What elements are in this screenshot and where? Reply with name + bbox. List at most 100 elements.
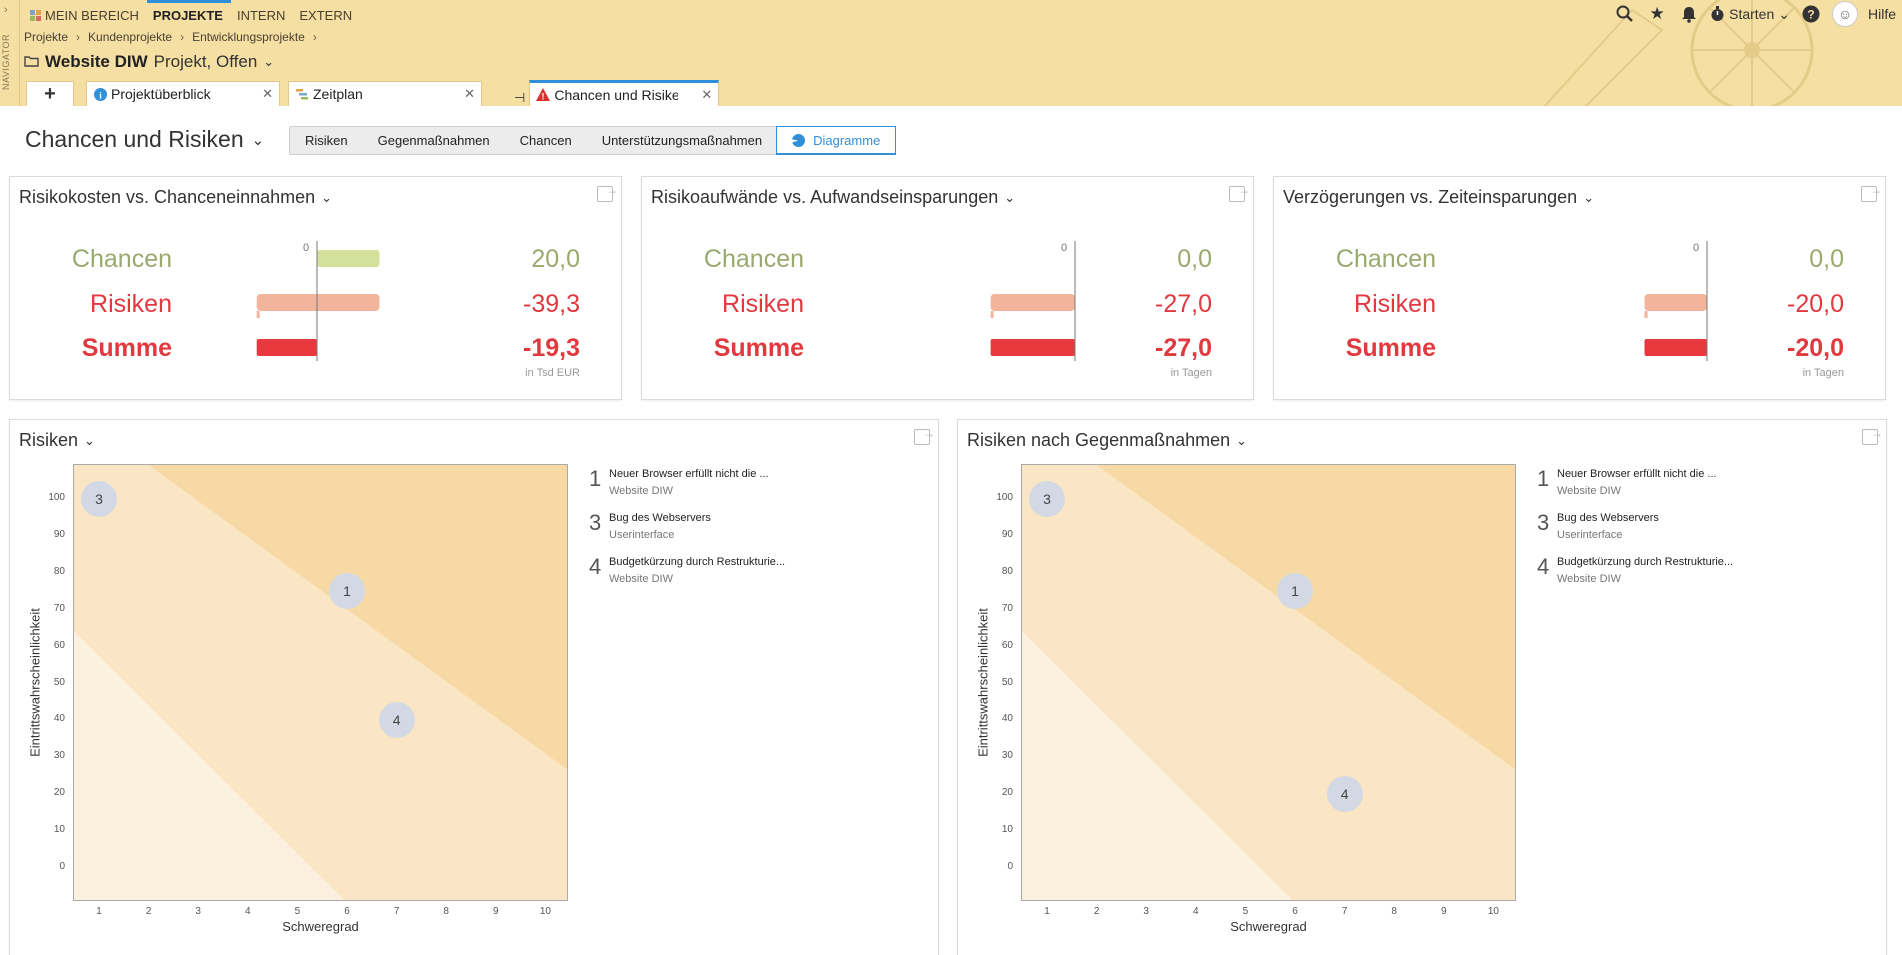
- segment-label: Diagramme: [813, 132, 881, 148]
- close-icon[interactable]: ✕: [693, 87, 712, 103]
- unit-label: in Tsd EUR: [525, 367, 580, 379]
- x-tick-label: 9: [1441, 906, 1447, 917]
- panel-title[interactable]: Risikokosten vs. Chanceneinnahmen ⌄: [19, 187, 332, 208]
- nav-item-intern[interactable]: INTERN: [231, 0, 293, 30]
- tab-projektueberblick[interactable]: i Projektüberblick ✕: [86, 81, 280, 106]
- chevron-down-icon: ⌄: [1778, 5, 1790, 22]
- y-tick-label: 10: [53, 824, 65, 836]
- risk-list-item[interactable]: 3 Bug des Webservers Userinterface: [1537, 510, 1857, 554]
- panel-title[interactable]: Risiken ⌄: [19, 430, 95, 451]
- risk-project: Website DIW: [609, 485, 673, 497]
- value-chancen: 20,0: [531, 245, 580, 273]
- export-icon[interactable]: [1861, 183, 1882, 202]
- breadcrumb-item[interactable]: Entwicklungsprojekte: [192, 30, 305, 44]
- label-risiken: Risiken: [1354, 290, 1436, 318]
- tab-zeitplan[interactable]: Zeitplan ✕: [288, 81, 482, 106]
- panel-title[interactable]: Verzögerungen vs. Zeiteinsparungen ⌄: [1283, 187, 1594, 208]
- comparison-panel: Verzögerungen vs. Zeiteinsparungen ⌄ Chanc…: [1273, 176, 1886, 400]
- risk-bubble[interactable]: 1: [329, 573, 365, 610]
- panel-title[interactable]: Risikoaufwände vs. Aufwandseinsparungen ⌄: [651, 187, 1015, 208]
- tab-label: Chancen und Risiken: [554, 86, 679, 103]
- risk-list-item[interactable]: 4 Budgetkürzung durch Restrukturie... Webs…: [1537, 554, 1857, 598]
- risk-number: 1: [589, 466, 602, 491]
- export-icon[interactable]: [1862, 426, 1883, 445]
- risiken-connector: [256, 311, 260, 318]
- user-avatar[interactable]: ☺: [1831, 1, 1858, 27]
- panel-title[interactable]: Risiken nach Gegenmaßnahmen ⌄: [967, 430, 1247, 451]
- risk-project: Website DIW: [1557, 485, 1621, 497]
- risk-title: Neuer Browser erfüllt nicht die ...: [609, 468, 769, 480]
- nav-item-projekte[interactable]: PROJEKTE: [146, 0, 232, 30]
- nav-item-extern[interactable]: EXTERN: [293, 0, 360, 30]
- risk-list-item[interactable]: 1 Neuer Browser erfüllt nicht die ... Webs…: [1537, 466, 1857, 510]
- x-tick-label: 4: [1193, 906, 1199, 917]
- risk-matrix-panel: Risiken⌄10090807060504030201001234567891…: [9, 419, 939, 955]
- help-icon[interactable]: ?: [1800, 3, 1822, 25]
- chevron-down-icon: ⌄: [251, 131, 265, 149]
- risk-bubble[interactable]: 1: [1277, 573, 1313, 610]
- page-title[interactable]: Chancen und Risiken ⌄: [25, 126, 264, 153]
- segment-gegenmassnahmen[interactable]: Gegenmaßnahmen: [363, 127, 505, 154]
- risk-list-item[interactable]: 1 Neuer Browser erfüllt nicht die ... Webs…: [589, 466, 909, 510]
- summe-bar: [256, 339, 317, 356]
- close-icon[interactable]: ✕: [456, 86, 475, 102]
- starten-button[interactable]: Starten ⌄: [1710, 6, 1790, 23]
- zero-label: 0: [303, 242, 310, 254]
- chevron-down-icon: ⌄: [263, 54, 275, 69]
- star-icon[interactable]: ★: [1646, 3, 1668, 25]
- segment-chancen[interactable]: Chancen: [505, 127, 587, 154]
- export-icon[interactable]: [597, 183, 618, 202]
- folder-icon: [24, 54, 39, 70]
- panel-title-text: Risiken nach Gegenmaßnahmen: [967, 430, 1231, 450]
- export-icon[interactable]: [1229, 183, 1250, 202]
- risk-list-item[interactable]: 4 Budgetkürzung durch Restrukturie... Webs…: [589, 554, 909, 598]
- risk-bubble[interactable]: 3: [1029, 481, 1065, 517]
- segment-unterstuetzungsmassnahmen[interactable]: Unterstützungsmaßnahmen: [587, 127, 777, 154]
- pin-icon[interactable]: ⊣: [514, 90, 525, 106]
- value-risiken: -27,0: [1155, 290, 1212, 318]
- y-tick-label: 20: [1001, 787, 1013, 799]
- project-title[interactable]: Website DIW Projekt, Offen ⌄: [24, 52, 274, 72]
- project-status: Projekt, Offen: [153, 52, 258, 71]
- chevron-down-icon: ⌄: [1236, 432, 1248, 448]
- panel-title-text: Risiken: [19, 430, 79, 450]
- risk-title: Budgetkürzung durch Restrukturie...: [609, 556, 786, 568]
- risk-bubble[interactable]: 4: [378, 702, 415, 739]
- view-switcher: Risiken Gegenmaßnahmen Chancen Unterstüt…: [289, 126, 897, 155]
- label-chancen: Chancen: [1335, 245, 1436, 273]
- tab-chancen-und-risiken[interactable]: ! Chancen und Risiken ✕: [529, 80, 720, 106]
- add-tab-button[interactable]: +: [26, 81, 74, 106]
- help-link[interactable]: Hilfe: [1868, 6, 1896, 22]
- segment-diagramme[interactable]: Diagramme: [776, 126, 897, 155]
- breadcrumb-item[interactable]: Kundenprojekte: [88, 30, 172, 44]
- navigator-strip[interactable]: › NAVIGATOR: [0, 0, 20, 106]
- y-axis-label: Eintrittswahrscheinlichkeit: [975, 607, 991, 757]
- header-actions: ★ Starten ⌄ ? ☺ Hilfe: [1614, 0, 1902, 28]
- risk-bubble[interactable]: 3: [81, 481, 117, 517]
- bell-icon[interactable]: [1678, 3, 1700, 25]
- export-icon[interactable]: [914, 426, 935, 445]
- label-risiken: Risiken: [90, 290, 172, 318]
- x-tick-label: 5: [1242, 906, 1249, 917]
- x-tick-label: 4: [245, 906, 251, 917]
- search-icon[interactable]: [1614, 3, 1636, 25]
- risk-bubble[interactable]: 4: [1326, 776, 1363, 813]
- risiken-bar: [256, 294, 380, 311]
- close-icon[interactable]: ✕: [254, 86, 273, 102]
- breadcrumb-item[interactable]: Projekte: [24, 30, 68, 44]
- chevron-down-icon: ⌄: [321, 189, 333, 205]
- segment-risiken[interactable]: Risiken: [290, 127, 363, 154]
- panel-title-text: Risikokosten vs. Chanceneinnahmen: [19, 187, 316, 207]
- risk-number: 4: [589, 554, 602, 579]
- breadcrumb-separator-icon: ›: [312, 30, 317, 44]
- risk-project: Website DIW: [1557, 573, 1621, 585]
- x-tick-label: 2: [1093, 906, 1100, 917]
- x-tick-label: 10: [539, 906, 551, 917]
- zero-label: 0: [1061, 242, 1068, 254]
- risk-number: 1: [1537, 466, 1550, 491]
- nav-item-mein-bereich[interactable]: MEIN BEREICH: [24, 0, 147, 30]
- expand-navigator-icon[interactable]: ›: [4, 4, 8, 16]
- y-tick-label: 100: [996, 492, 1013, 503]
- x-tick-label: 6: [1292, 906, 1298, 917]
- risk-list-item[interactable]: 3 Bug des Webservers Userinterface: [589, 510, 909, 554]
